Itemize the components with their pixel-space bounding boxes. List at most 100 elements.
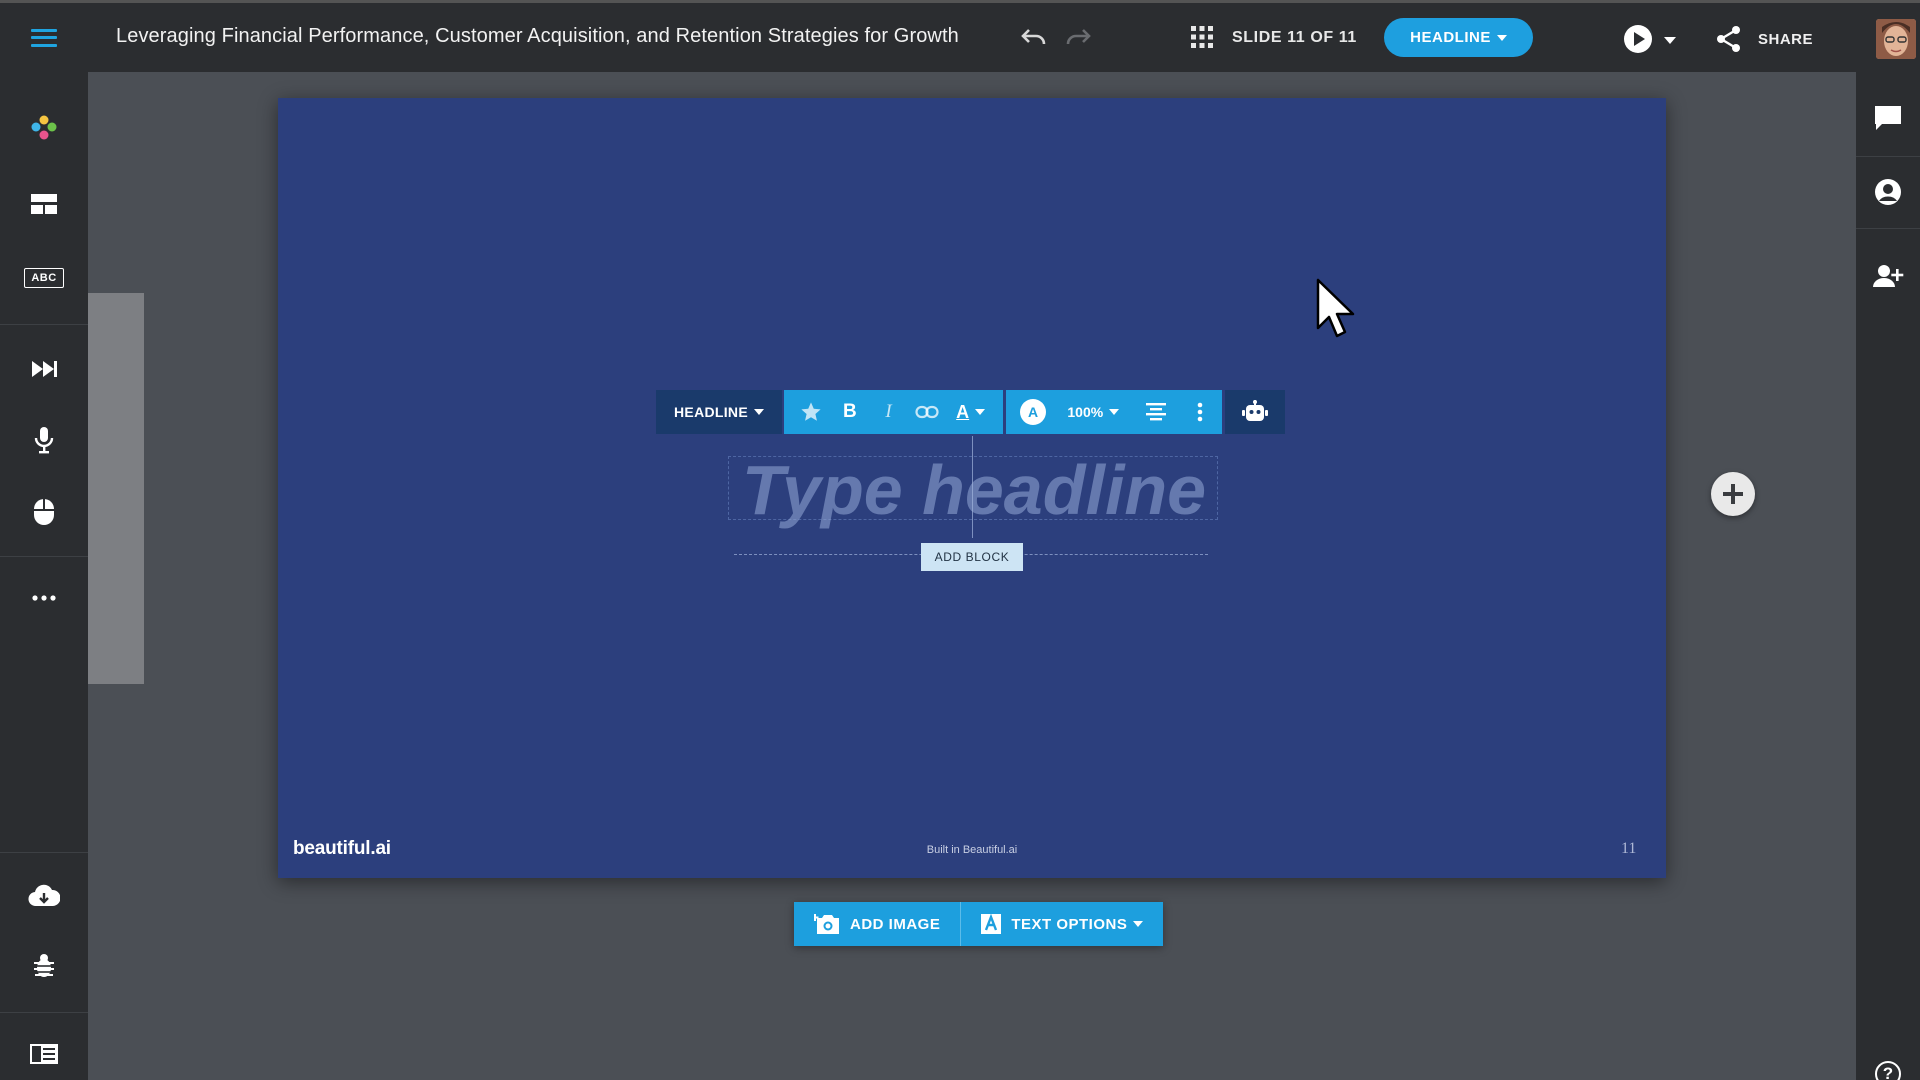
add-image-label: ADD IMAGE (850, 915, 941, 933)
sidebar-item-layout[interactable] (0, 174, 88, 234)
undo-button[interactable] (1018, 21, 1050, 53)
comments-button[interactable] (1856, 82, 1920, 154)
chevron-down-icon (753, 409, 764, 415)
left-sidebar: ABC (0, 72, 88, 1080)
ai-assistant-button[interactable] (1225, 390, 1285, 434)
right-sidebar: ? (1856, 72, 1920, 1080)
share-label: SHARE (1758, 30, 1814, 48)
add-user-icon (1873, 265, 1904, 287)
footer-credit: Built in Beautiful.ai (926, 844, 1018, 856)
vertical-dots-icon (1197, 402, 1203, 422)
presentation-title[interactable]: Leveraging Financial Performance, Custom… (116, 25, 959, 48)
abc-icon: ABC (24, 268, 64, 288)
slide-grid-button[interactable] (1186, 21, 1218, 53)
redo-icon (1066, 29, 1091, 45)
mouse-pointer-icon (1316, 278, 1355, 338)
layout-group: A 100% (1006, 390, 1222, 434)
format-group: B I A (784, 390, 1003, 434)
help-button[interactable]: ? (1856, 1054, 1920, 1080)
sidebar-item-text[interactable]: ABC (0, 248, 88, 308)
mouse-icon (34, 499, 54, 525)
headline-text-box[interactable]: Type headline (728, 455, 1218, 525)
chevron-down-icon (1133, 921, 1144, 927)
star-icon (801, 402, 821, 421)
text-color-letter: A (956, 401, 970, 422)
redo-button[interactable] (1062, 21, 1094, 53)
sidebar-item-notes[interactable] (0, 1024, 88, 1080)
layout-dropdown-button[interactable]: HEADLINE (1384, 18, 1533, 57)
text-box-icon (981, 914, 1002, 934)
sidebar-divider (0, 556, 88, 557)
text-options-label: TEXT OPTIONS (1011, 915, 1128, 933)
layout-icon (31, 194, 57, 214)
chevron-down-icon (1496, 34, 1507, 41)
menu-icon (31, 28, 57, 47)
user-avatar[interactable] (1876, 19, 1916, 59)
add-collaborator-button[interactable] (1856, 240, 1920, 312)
sidebar-item-export[interactable] (0, 866, 88, 926)
grid-icon (1191, 26, 1213, 48)
color-swatch-button[interactable]: A (1020, 399, 1046, 425)
more-icon (32, 595, 56, 601)
align-center-icon (1145, 403, 1166, 421)
link-button[interactable] (912, 397, 942, 427)
theme-palette-icon (31, 115, 57, 140)
user-circle-icon (1875, 179, 1901, 205)
sidebar-item-more[interactable] (0, 568, 88, 628)
play-options-chevron-icon[interactable] (1664, 37, 1676, 44)
add-slide-button[interactable] (1711, 472, 1755, 516)
chevron-down-icon (975, 409, 986, 415)
help-icon: ? (1875, 1061, 1901, 1080)
presenter-button[interactable] (1856, 156, 1920, 228)
share-icon (1717, 26, 1740, 52)
text-options-button[interactable]: TEXT OPTIONS (960, 902, 1164, 946)
emphasis-button[interactable] (796, 397, 826, 427)
sidebar-divider (0, 1012, 88, 1013)
text-size-dropdown[interactable]: 100% (1067, 404, 1120, 420)
share-button[interactable]: SHARE (1716, 23, 1813, 55)
link-icon (915, 405, 939, 419)
sidebar-divider (1856, 228, 1920, 229)
headline-placeholder[interactable]: Type headline (729, 455, 1219, 525)
sidebar-item-report-bug[interactable] (0, 936, 88, 996)
text-size-label: 100% (1067, 404, 1104, 420)
alignment-guide (972, 436, 973, 538)
layout-dropdown-label: HEADLINE (1410, 29, 1491, 46)
italic-button[interactable]: I (873, 397, 903, 427)
undo-icon (1021, 29, 1046, 45)
text-color-button[interactable]: A (951, 397, 991, 427)
animation-icon (32, 361, 57, 377)
slide-counter: SLIDE 11 OF 11 (1232, 29, 1357, 46)
more-options-button[interactable] (1192, 397, 1208, 427)
add-image-button[interactable]: ADD IMAGE (794, 902, 961, 946)
align-button[interactable] (1141, 397, 1171, 427)
bold-button[interactable]: B (835, 397, 865, 427)
text-format-toolbar: HEADLINE B I A A 100% (656, 390, 1285, 434)
bug-icon (34, 954, 54, 977)
robot-icon (1242, 400, 1268, 421)
text-style-dropdown[interactable]: HEADLINE (656, 390, 782, 434)
add-block-button[interactable]: ADD BLOCK (921, 543, 1023, 571)
sidebar-item-theme[interactable] (0, 98, 88, 158)
slide-canvas[interactable]: HEADLINE B I A A 100% Type headline ADD … (278, 98, 1666, 878)
slide-actions-bar: ADD IMAGE TEXT OPTIONS (794, 902, 1164, 946)
sidebar-divider (0, 852, 88, 853)
avatar-image (1876, 19, 1916, 59)
comment-icon (1875, 106, 1901, 130)
cloud-download-icon (28, 884, 60, 907)
hamburger-menu-button[interactable] (0, 3, 88, 72)
notes-icon (30, 1044, 58, 1064)
sidebar-divider (0, 324, 88, 325)
microphone-icon (34, 427, 54, 454)
chevron-down-icon (1109, 409, 1120, 415)
slide-thumbnail-strip[interactable] (88, 293, 144, 684)
help-icon-label: ? (1882, 1064, 1894, 1080)
sidebar-item-voiceover[interactable] (0, 410, 88, 470)
top-bar: Leveraging Financial Performance, Custom… (0, 0, 1920, 72)
play-button[interactable] (1624, 25, 1652, 53)
sidebar-item-interactivity[interactable] (0, 482, 88, 542)
plus-icon (1723, 484, 1743, 504)
text-style-label: HEADLINE (674, 404, 748, 420)
camera-plus-icon (814, 914, 839, 934)
sidebar-item-animation[interactable] (0, 339, 88, 399)
